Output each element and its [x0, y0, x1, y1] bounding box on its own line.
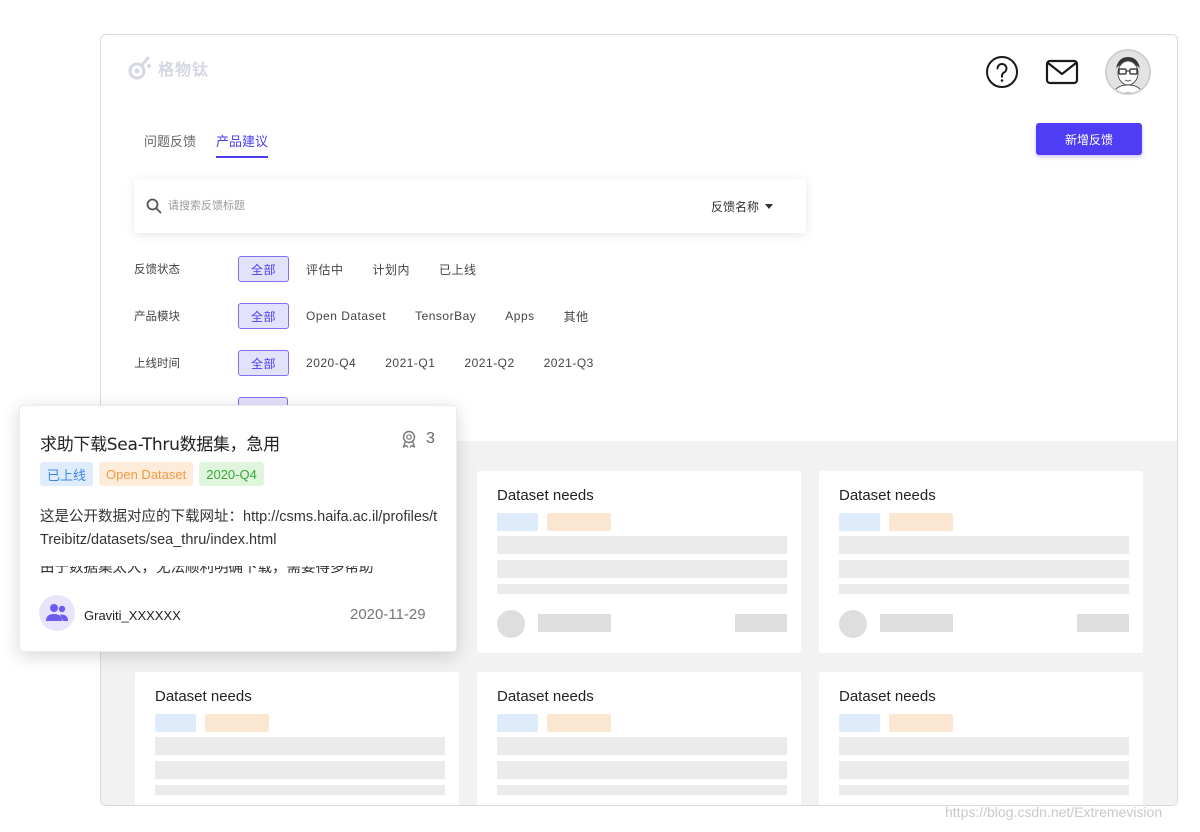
feedback-body: 这是公开数据对应的下载网址：http://csms.haifa.ac.il/pr… — [40, 509, 438, 548]
filter-row-status: 反馈状态 全部 评估中 计划内 已上线 — [134, 256, 494, 282]
card-title: Dataset needs — [155, 688, 252, 705]
filter-release-all[interactable]: 全部 — [238, 350, 290, 376]
filter-release-2021-q2[interactable]: 2021-Q2 — [452, 350, 526, 376]
filter-status-planned[interactable]: 计划内 — [361, 256, 423, 282]
vote-count: 3 — [426, 430, 435, 447]
name-placeholder — [538, 614, 611, 632]
filter-release-2021-q3[interactable]: 2021-Q3 — [532, 350, 606, 376]
user-avatar[interactable] — [1105, 49, 1151, 95]
text-placeholder — [839, 785, 1129, 795]
filter-label-module: 产品模块 — [134, 311, 180, 323]
tag-list: 已上线 Open Dataset 2020-Q4 — [40, 462, 264, 486]
search-field-dropdown-label: 反馈名称 — [711, 200, 760, 214]
filter-release-2021-q1[interactable]: 2021-Q1 — [373, 350, 447, 376]
feedback-card[interactable]: Dataset needs — [135, 672, 459, 805]
date-placeholder — [735, 614, 787, 632]
tag-placeholder — [155, 714, 196, 732]
feedback-body-more: 由于数据集太大，无法顺利明确下载，需要得多帮助 — [40, 566, 374, 576]
text-placeholder — [497, 785, 787, 795]
mail-icon[interactable] — [1045, 55, 1079, 89]
filter-status-evaluating[interactable]: 评估中 — [294, 256, 356, 282]
tab-product-suggestion[interactable]: 产品建议 — [216, 131, 269, 158]
filter-release-2020-q4[interactable]: 2020-Q4 — [294, 350, 368, 376]
filter-status-all[interactable]: 全部 — [238, 256, 290, 282]
tag-placeholder — [547, 714, 611, 732]
author-name[interactable]: Graviti_XXXXXX — [84, 608, 181, 623]
text-placeholder — [839, 584, 1129, 594]
card-title: Dataset needs — [497, 688, 594, 705]
tag-placeholder — [497, 714, 538, 732]
users-icon — [46, 604, 68, 621]
name-placeholder — [880, 614, 953, 632]
avatar-placeholder — [497, 610, 525, 638]
filter-module-other[interactable]: 其他 — [552, 303, 601, 329]
filter-module-open-dataset[interactable]: Open Dataset — [294, 303, 398, 329]
tag-placeholder — [497, 513, 538, 531]
text-placeholder — [839, 761, 1129, 779]
text-placeholder — [155, 737, 445, 755]
caret-down-icon — [765, 204, 774, 209]
filter-label-release: 上线时间 — [134, 358, 180, 370]
text-placeholder — [155, 761, 445, 779]
vote-button[interactable]: 3 — [400, 430, 435, 448]
logo-text: 格物钛 — [158, 60, 210, 79]
filter-module-all[interactable]: 全部 — [238, 303, 290, 329]
filter-module-tensorbay[interactable]: TensorBay — [403, 303, 488, 329]
author-avatar[interactable] — [39, 595, 75, 631]
avatar-placeholder — [839, 610, 867, 638]
text-placeholder — [497, 536, 787, 554]
filter-row-module: 产品模块 全部 Open Dataset TensorBay Apps 其他 — [134, 303, 606, 329]
text-placeholder — [497, 761, 787, 779]
help-icon[interactable] — [985, 55, 1019, 89]
award-icon — [402, 430, 416, 448]
card-title: Dataset needs — [497, 487, 594, 504]
tag-placeholder — [839, 513, 880, 531]
tag-placeholder — [889, 714, 953, 732]
tag-placeholder — [889, 513, 953, 531]
tag-placeholder — [839, 714, 880, 732]
feedback-card[interactable]: Dataset needs — [819, 471, 1143, 653]
status-tag: 已上线 — [40, 462, 94, 486]
logo: 格物钛 — [128, 55, 209, 81]
card-title: Dataset needs — [839, 688, 936, 705]
feedback-detail-card[interactable]: 求助下载Sea-Thru数据集，急用 3 已上线 Open Dataset 20… — [19, 405, 457, 652]
tag-placeholder — [547, 513, 611, 531]
filter-row-release: 上线时间 全部 2020-Q4 2021-Q1 2021-Q2 2021-Q3 — [134, 350, 611, 376]
feedback-date: 2020-11-29 — [350, 606, 426, 623]
text-placeholder — [497, 737, 787, 755]
feedback-card[interactable]: Dataset needs — [477, 471, 801, 653]
search-input[interactable] — [168, 197, 568, 215]
search-icon — [146, 198, 162, 214]
filter-module-apps[interactable]: Apps — [493, 303, 546, 329]
feedback-body-truncated: 由于数据集太大，无法顺利明确下载，需要得多帮助 — [40, 566, 440, 580]
feedback-title: 求助下载Sea-Thru数据集，急用 — [40, 435, 280, 455]
filter-label-status: 反馈状态 — [134, 264, 180, 276]
tag-placeholder — [205, 714, 269, 732]
feedback-card[interactable]: Dataset needs — [477, 672, 801, 805]
date-placeholder — [1077, 614, 1129, 632]
new-feedback-button[interactable]: 新增反馈 — [1036, 123, 1142, 155]
user-avatar-icon — [1107, 51, 1149, 93]
search-bar: 反馈名称 — [134, 179, 806, 233]
text-placeholder — [839, 560, 1129, 578]
text-placeholder — [497, 584, 787, 594]
text-placeholder — [497, 560, 787, 578]
filter-status-released[interactable]: 已上线 — [427, 256, 489, 282]
card-title: Dataset needs — [839, 487, 936, 504]
watermark: https://blog.csdn.net/Extremevision — [945, 804, 1163, 820]
tab-bar: 问题反馈 产品建议 — [144, 131, 269, 158]
release-tag: 2020-Q4 — [199, 462, 264, 486]
text-placeholder — [155, 785, 445, 795]
search-field-dropdown[interactable]: 反馈名称 — [711, 198, 774, 215]
module-tag: Open Dataset — [99, 462, 194, 486]
tab-issue-feedback[interactable]: 问题反馈 — [144, 131, 196, 158]
feedback-card[interactable]: Dataset needs — [819, 672, 1143, 805]
text-placeholder — [839, 737, 1129, 755]
graviti-logo-icon — [128, 56, 151, 80]
text-placeholder — [839, 536, 1129, 554]
